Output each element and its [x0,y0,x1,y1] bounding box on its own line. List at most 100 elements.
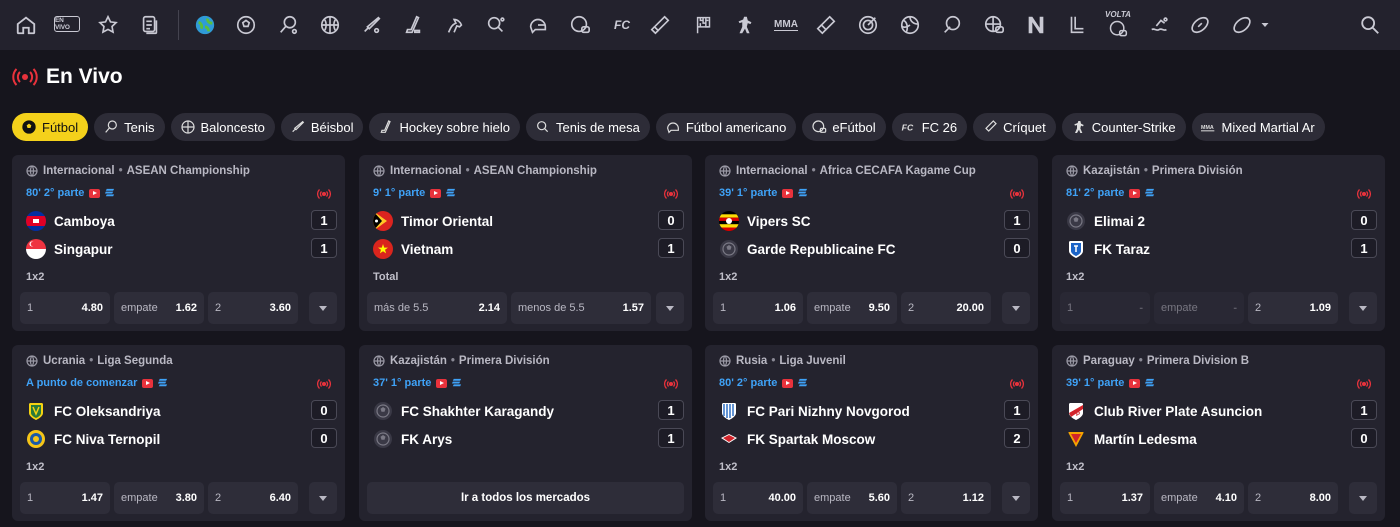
hockey-icon[interactable] [401,13,425,37]
odds-button[interactable]: 2 1.09 [1248,292,1338,324]
more-sports-chevron-icon[interactable] [1258,13,1272,37]
search-icon[interactable] [1358,13,1382,37]
statistics-icon[interactable] [797,378,808,389]
chip-criquet[interactable]: Críquet [973,113,1056,141]
live-video-icon[interactable] [782,378,794,388]
statistics-icon[interactable] [157,378,168,389]
statistics-icon[interactable] [104,188,115,199]
chip-futbol[interactable]: Fútbol [12,113,89,141]
mma-icon[interactable]: MMA [772,13,800,37]
odds-button[interactable]: empate 1.62 [114,292,204,324]
more-markets-button[interactable] [309,292,337,324]
chip-fc-26[interactable]: FC FC 26 [891,113,968,141]
cricket-icon[interactable] [648,13,672,37]
chip-baloncesto[interactable]: Baloncesto [170,113,275,141]
odds-button[interactable]: 2 1.12 [901,482,991,514]
n-sport-icon[interactable] [1024,13,1048,37]
fc-icon[interactable]: FC [608,13,636,37]
swimming-icon[interactable] [1148,13,1172,37]
live-nav-badge[interactable]: EN VIVO [54,16,80,32]
league-breadcrumb[interactable]: Ucrania • Liga Segunda [26,355,173,367]
league-breadcrumb[interactable]: Internacional • Africa CECAFA Kagame Cup [719,165,976,177]
odds-button[interactable]: 1 4.80 [20,292,110,324]
match-card[interactable]: Internacional • Africa CECAFA Kagame Cup 39… [705,155,1038,331]
home-icon[interactable] [14,13,38,37]
match-card[interactable]: Kazajistán • Primera División 37' 1° parte F… [359,345,692,521]
handball-icon[interactable] [940,13,964,37]
tennis-icon[interactable] [276,13,300,37]
chip-efutbol[interactable]: eFútbol [802,113,886,141]
live-video-icon[interactable] [430,188,442,198]
league-breadcrumb[interactable]: Kazajistán • Primera División [373,355,550,367]
odds-button[interactable]: 1 40.00 [713,482,803,514]
more-markets-button[interactable] [1002,292,1030,324]
live-video-icon[interactable] [142,378,154,388]
statistics-icon[interactable] [797,188,808,199]
statistics-icon[interactable] [451,378,462,389]
live-video-icon[interactable] [1129,378,1141,388]
live-video-icon[interactable] [1129,188,1141,198]
betslip-icon[interactable] [138,13,162,37]
match-card[interactable]: Internacional • ASEAN Championship 80' 2° p… [12,155,345,331]
chip-counter-strike[interactable]: Counter-Strike [1061,113,1186,141]
basketball-icon[interactable] [318,13,342,37]
odds-button[interactable]: 1 1.06 [713,292,803,324]
chip-tenis-de-mesa[interactable]: Tenis de mesa [526,113,650,141]
more-markets-button[interactable] [309,482,337,514]
darts-icon[interactable] [814,13,838,37]
odds-button[interactable]: empate 5.60 [807,482,897,514]
odds-button[interactable]: empate - [1154,292,1244,324]
horse-racing-icon[interactable] [443,13,467,37]
table-tennis-icon[interactable] [484,13,508,37]
league-breadcrumb[interactable]: Rusia • Liga Juvenil [719,355,846,367]
live-video-icon[interactable] [89,188,101,198]
match-card[interactable]: Paraguay • Primera Division B 39' 1° parte P… [1052,345,1385,521]
chip-beisbol[interactable]: Béisbol [280,113,364,141]
ebasketball-icon[interactable] [982,13,1006,37]
chip-mixed-martial-ar[interactable]: MMA Mixed Martial Ar [1191,113,1325,141]
american-football-icon[interactable] [526,13,550,37]
l-sport-icon[interactable] [1065,13,1089,37]
league-breadcrumb[interactable]: Kazajistán • Primera División [1066,165,1243,177]
statistics-icon[interactable] [1144,188,1155,199]
odds-button[interactable]: empate 9.50 [807,292,897,324]
match-card[interactable]: Ucrania • Liga Segunda A punto de comenzar F… [12,345,345,521]
chip-hockey-sobre-hielo[interactable]: Hockey sobre hielo [369,113,521,141]
live-video-icon[interactable] [436,378,448,388]
checkered-flag-icon[interactable] [692,13,716,37]
volta-icon[interactable]: VOLTA [1104,8,1132,40]
more-markets-button[interactable] [656,292,684,324]
match-card[interactable]: Rusia • Liga Juvenil 80' 2° parte FC Pari Ni… [705,345,1038,521]
odds-button[interactable]: 2 6.40 [208,482,298,514]
match-card[interactable]: Kazajistán • Primera División 81' 2° parte E… [1052,155,1385,331]
odds-button[interactable]: empate 3.80 [114,482,204,514]
chip-tenis[interactable]: Tenis [94,113,165,141]
live-video-icon[interactable] [782,188,794,198]
odds-button[interactable]: 1 1.47 [20,482,110,514]
all-markets-button[interactable]: Ir a todos los mercados [367,482,684,514]
statistics-icon[interactable] [1144,378,1155,389]
esoccer-icon[interactable] [568,13,592,37]
match-card[interactable]: Internacional • ASEAN Championship 9' 1° pa… [359,155,692,331]
star-icon[interactable] [96,13,120,37]
more-markets-button[interactable] [1349,482,1377,514]
baseball-icon[interactable] [360,13,384,37]
odds-button[interactable]: más de 5.5 2.14 [367,292,507,324]
more-markets-button[interactable] [1349,292,1377,324]
odds-button[interactable]: menos de 5.5 1.57 [511,292,651,324]
more-markets-button[interactable] [1002,482,1030,514]
world-soccer-icon[interactable] [193,13,217,37]
league-breadcrumb[interactable]: Internacional • ASEAN Championship [26,165,250,177]
rugby-icon[interactable] [1188,13,1212,37]
soccer-icon[interactable] [234,13,258,37]
target-icon[interactable] [856,13,880,37]
chip-futbol-americano[interactable]: Fútbol americano [655,113,797,141]
statistics-icon[interactable] [445,188,456,199]
odds-button[interactable]: 2 3.60 [208,292,298,324]
league-breadcrumb[interactable]: Paraguay • Primera Division B [1066,355,1249,367]
odds-button[interactable]: 2 8.00 [1248,482,1338,514]
odds-button[interactable]: 1 1.37 [1060,482,1150,514]
odds-button[interactable]: 1- [1060,292,1150,324]
odds-button[interactable]: 2 20.00 [901,292,991,324]
league-breadcrumb[interactable]: Internacional • ASEAN Championship [373,165,597,177]
